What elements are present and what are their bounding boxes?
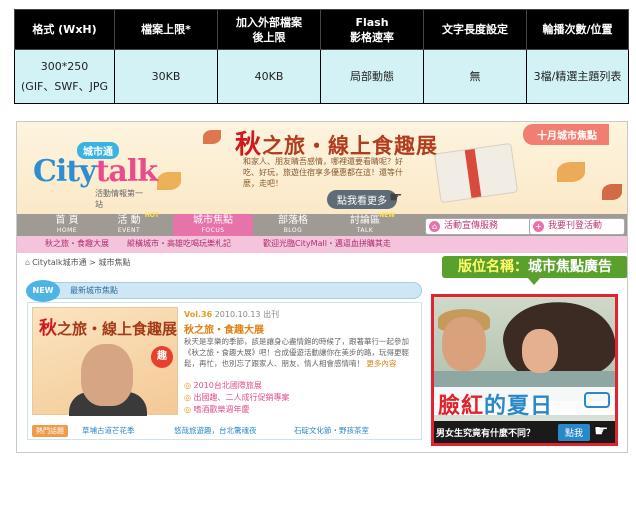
cell-flash-fps: 局部動態 <box>320 49 424 104</box>
hot-topic-link[interactable]: 悠哉旅遊趣，台北驚魂夜 <box>174 425 257 436</box>
hot-topic-link[interactable]: 石碇文化節・野孩茶室 <box>294 425 369 436</box>
spec-data-row: 300*250 (GIF、SWF、JPG 30KB 40KB 局部動態 無 3檔/… <box>14 49 629 104</box>
leaf-decoration <box>557 162 585 182</box>
bus-icon <box>584 392 610 408</box>
header-file-limit: 檔案上限* <box>114 9 218 50</box>
header-external-limit: 加入外部檔案 後上限 <box>217 9 321 50</box>
related-link[interactable]: 嗜酒歡樂週年慶 <box>184 404 290 416</box>
ad-slot-pointer <box>527 277 541 285</box>
ad-cta-strip: 男女生究竟有什麼不同？ 點我 <box>434 421 615 443</box>
hand-cursor-icon: ☛ <box>389 188 403 206</box>
nav-focus[interactable]: 城市焦點 FOCUS <box>173 214 253 236</box>
hot-badge: HOT <box>144 212 159 219</box>
leaf-decoration <box>203 130 221 144</box>
subnav-link[interactable]: 秋之旅・食趣大展 <box>45 238 109 249</box>
hero-banner: 城市通 Citytalk 活動情報第一站 秋之旅・線上食趣展 和家人、朋友睛吾感… <box>17 122 627 214</box>
more-link[interactable]: 更多內容 <box>366 359 396 368</box>
site-mockup: 城市通 Citytalk 活動情報第一站 秋之旅・線上食趣展 和家人、朋友睛吾感… <box>16 121 628 453</box>
cell-text-length: 無 <box>423 49 527 104</box>
hand-cursor-icon: ☛ <box>594 421 609 440</box>
hot-topics: 熱門話題 草埔古道芒花季 悠哉旅遊趣，台北驚魂夜 石碇文化節・野孩茶室 <box>32 425 420 437</box>
gift-box-image <box>433 142 519 204</box>
person-photo <box>81 344 133 406</box>
logo-wordmark: Citytalk <box>33 154 158 189</box>
home-icon[interactable]: ⌂ <box>25 258 30 267</box>
plus-icon: + <box>533 221 544 232</box>
news-thumbnail[interactable]: 秋之旅・線上食趣展 趣 <box>32 307 178 416</box>
issue-info: Vol.36 2010.10.13 出刊 <box>184 310 280 319</box>
thumbnail-title: 秋之旅・線上食趣展 <box>39 318 178 339</box>
ad-photo <box>442 317 486 371</box>
header-flash-fps: Flash 影格速率 <box>320 9 424 50</box>
citytalk-logo[interactable]: 城市通 Citytalk 活動情報第一站 <box>25 136 158 209</box>
logo-subtitle: 活動情報第一站 <box>95 189 143 209</box>
home-icon: ⌂ <box>429 221 440 232</box>
hot-topic-link[interactable]: 草埔古道芒花季 <box>82 425 135 436</box>
sub-nav: 秋之旅・食趣大展 縱橫城市・高雄吃喝玩樂札記 歡迎光臨CityMall・邁逼血拼… <box>17 236 627 253</box>
new-badge: NEW <box>26 280 60 302</box>
cell-external-limit: 40KB <box>217 49 321 104</box>
monthly-focus-tab[interactable]: 十月城市焦點 <box>523 124 609 145</box>
ad-spec-table: 格式 (WxH) 檔案上限* 加入外部檔案 後上限 Flash 影格速率 文字長度設… <box>14 9 629 104</box>
banner-description: 和家人、朋友睛吾感情，哪裡還要看睛呢？好吃、好玩，旅遊住宿享多優惠都在這！還等什… <box>243 157 403 188</box>
ad-title: 臉紅的夏日 <box>434 387 615 419</box>
ad-slot-label: 版位名稱：城市焦點廣告 <box>442 256 627 278</box>
stamp-badge: 趣 <box>151 346 173 368</box>
cell-file-limit: 30KB <box>114 49 218 104</box>
see-more-button[interactable]: 點我看更多 <box>327 190 397 209</box>
post-event-button[interactable]: + 我要刊登活動 <box>529 218 625 235</box>
section-title: 最新城市焦點 <box>70 286 118 295</box>
breadcrumb: ⌂ Citytalk城市通 > 城市焦點 <box>25 258 131 267</box>
related-link[interactable]: 2010台北國際旅展 <box>184 380 290 392</box>
header-format: 格式 (WxH) <box>14 9 115 50</box>
news-card: 秋之旅・線上食趣展 趣 Vol.36 2010.10.13 出刊 秋之旅・食趣大… <box>27 302 422 440</box>
focus-ad-slot[interactable]: 臉紅的夏日 男女生究竟有什麼不同？ 點我 ☛ <box>431 294 618 446</box>
promo-service-button[interactable]: ⌂ 活動宣傳服務 <box>425 218 540 235</box>
nav-event[interactable]: HOT 活 動 EVENT <box>89 212 169 236</box>
spec-header-row: 格式 (WxH) 檔案上限* 加入外部檔案 後上限 Flash 影格速率 文字長度設… <box>14 9 629 50</box>
news-title[interactable]: 秋之旅・食趣大展 <box>184 321 264 336</box>
subnav-link[interactable]: 縱橫城市・高雄吃喝玩樂札記 <box>127 238 231 249</box>
cell-format: 300*250 (GIF、SWF、JPG <box>14 49 115 104</box>
news-body: 秋天是享樂的季節，該是讓身心盡情飽的時候了，跟著華行一起參加《秋之旅・食趣大展》… <box>184 337 409 368</box>
header-text-length: 文字長度設定 <box>423 9 527 50</box>
nav-talk[interactable]: NEW 討論區 TALK <box>325 212 405 236</box>
hot-topic-label: 熱門話題 <box>32 425 68 437</box>
new-badge: NEW <box>379 212 395 219</box>
related-links: 2010台北國際旅展 出國趣、二人成行促銷專案 嗜酒歡樂週年慶 <box>184 380 290 416</box>
leaf-decoration <box>157 172 181 190</box>
cell-rotation: 3檔/精選主題列表 <box>526 49 629 104</box>
ad-question: 男女生究竟有什麼不同？ <box>436 429 536 439</box>
subnav-link[interactable]: 歡迎光臨CityMall・邁逼血拼購其走 <box>263 238 391 249</box>
section-header: NEW 最新城市焦點 <box>26 280 422 302</box>
leaf-decoration <box>602 184 622 200</box>
header-rotation: 輪播次數/位置 <box>526 9 629 50</box>
related-link[interactable]: 出國趣、二人成行促銷專案 <box>184 392 290 404</box>
nav-blog[interactable]: 部落格 BLOG <box>253 214 333 236</box>
ad-click-button[interactable]: 點我 <box>558 424 591 441</box>
